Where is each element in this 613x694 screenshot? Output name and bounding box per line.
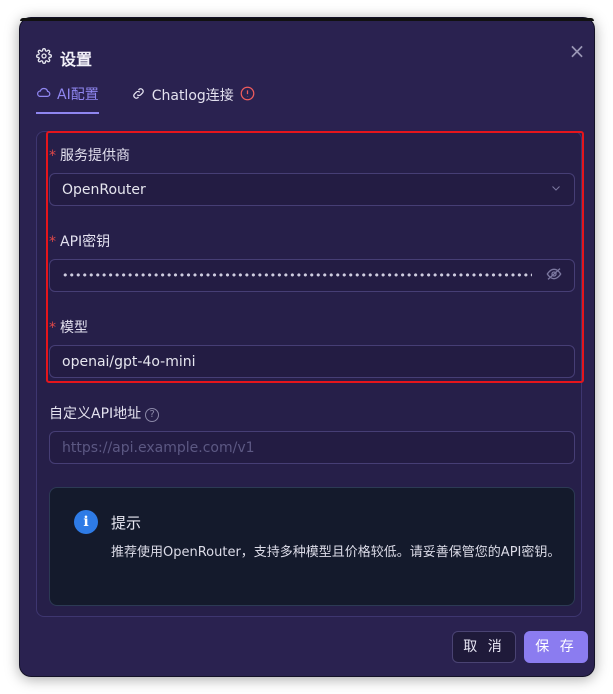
dialog-header: 设置 bbox=[36, 46, 92, 70]
cloud-icon bbox=[36, 86, 51, 102]
info-icon: i bbox=[74, 510, 98, 534]
custom-api-placeholder: https://api.example.com/v1 bbox=[62, 439, 255, 456]
close-icon[interactable]: × bbox=[566, 40, 588, 62]
tip-alert: i 提示 推荐使用OpenRouter，支持多种模型且价格较低。请妥善保管您的A… bbox=[49, 487, 575, 606]
link-icon bbox=[131, 86, 146, 105]
settings-tabs: AI配置 Chatlog连接 bbox=[36, 84, 255, 114]
save-button[interactable]: 保 存 bbox=[524, 631, 588, 663]
tab-chatlog[interactable]: Chatlog连接 bbox=[131, 84, 255, 114]
tab-ai-config[interactable]: AI配置 bbox=[36, 84, 99, 114]
help-icon[interactable]: ? bbox=[145, 408, 160, 422]
gear-icon bbox=[36, 48, 52, 68]
cancel-button[interactable]: 取 消 bbox=[452, 631, 516, 663]
custom-api-label: 自定义API地址? bbox=[49, 403, 160, 423]
settings-dialog: 设置 × AI配置 Chatlog连接 * 服务提供商 OpenRouter *… bbox=[19, 17, 595, 677]
custom-api-label-text: 自定义API地址 bbox=[49, 406, 142, 422]
dialog-top-border bbox=[20, 18, 594, 21]
tab-chatlog-label: Chatlog连接 bbox=[151, 88, 234, 104]
tip-title: 提示 bbox=[111, 514, 142, 532]
custom-api-input[interactable]: https://api.example.com/v1 bbox=[49, 431, 575, 464]
highlight-box bbox=[46, 131, 584, 383]
tip-body: 推荐使用OpenRouter，支持多种模型且价格较低。请妥善保管您的API密钥。 bbox=[111, 545, 561, 560]
warning-icon bbox=[240, 86, 255, 105]
dialog-title: 设置 bbox=[60, 50, 93, 69]
tab-ai-config-label: AI配置 bbox=[57, 87, 99, 103]
